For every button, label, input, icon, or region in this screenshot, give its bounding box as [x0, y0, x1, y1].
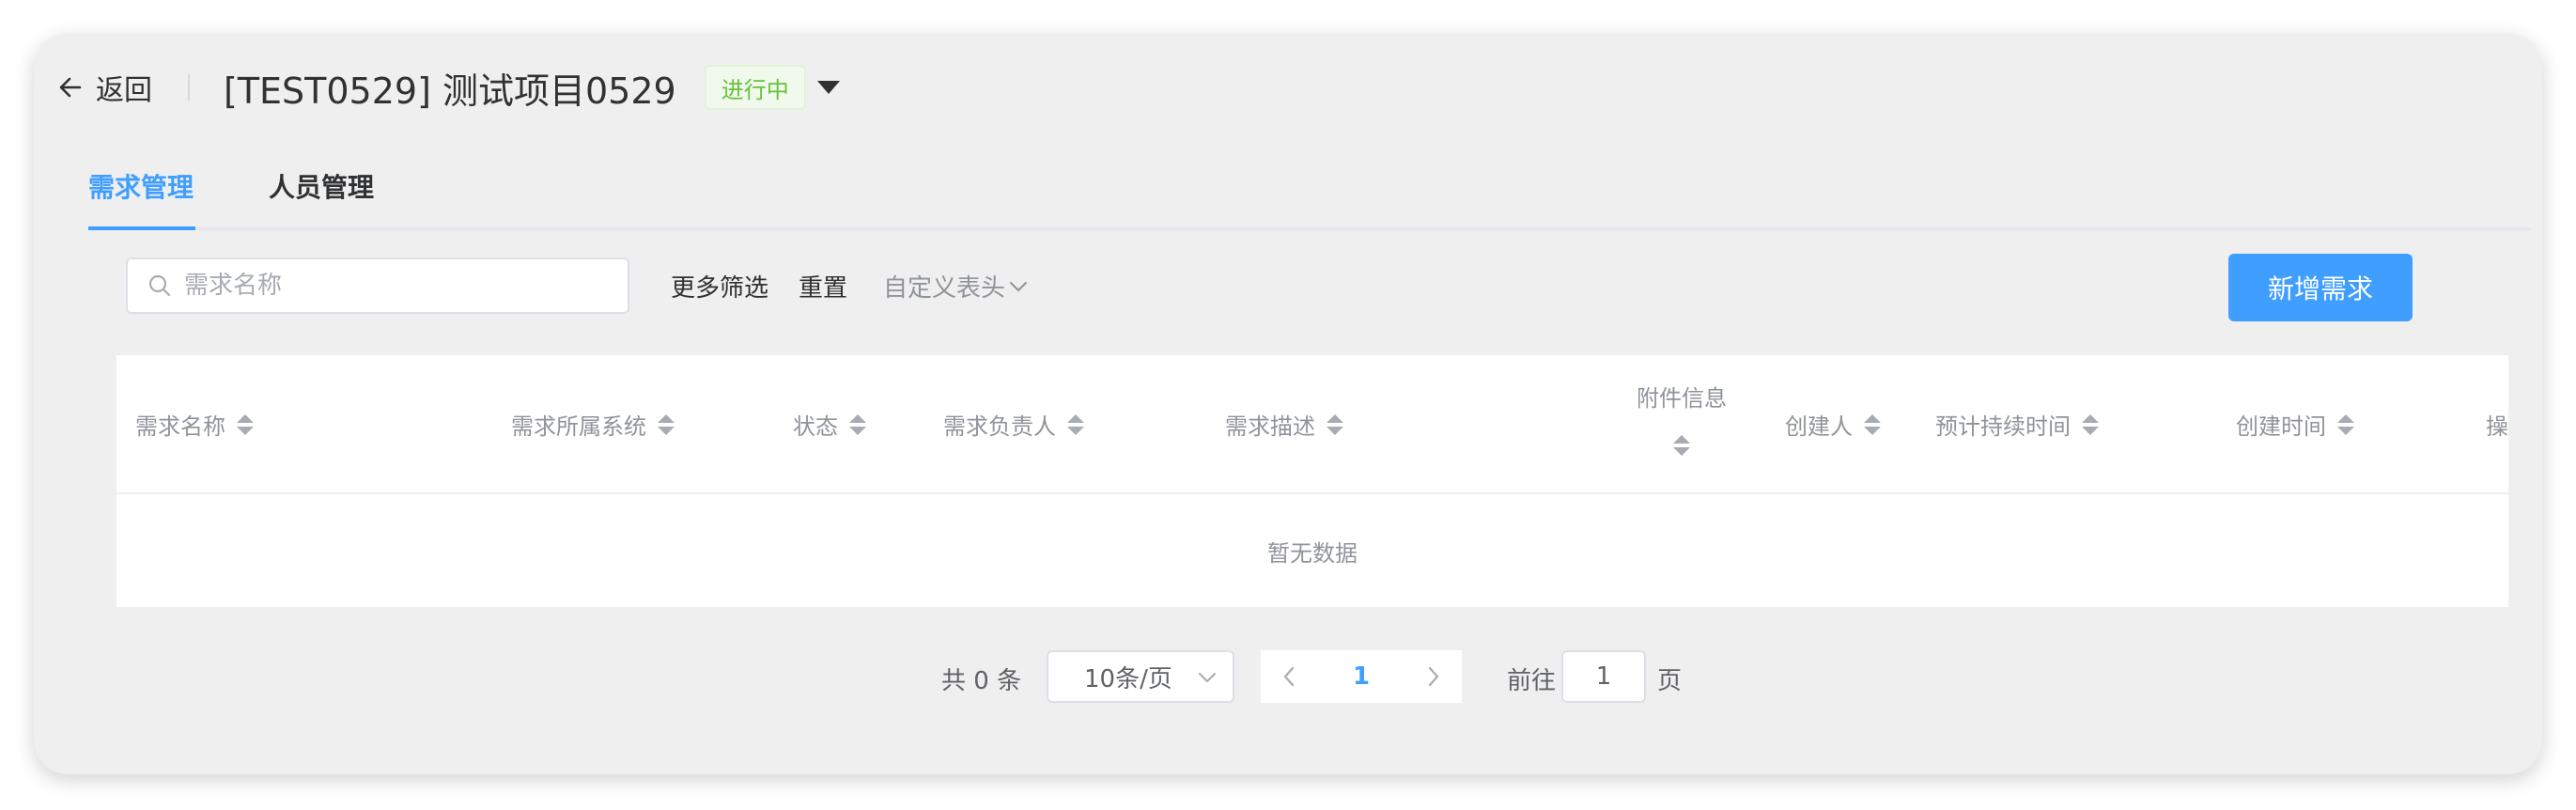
status-badge: 进行中: [704, 65, 806, 110]
column-header[interactable]: 需求所属系统: [511, 408, 675, 441]
header-divider: [188, 74, 190, 101]
sort-icon[interactable]: [1327, 413, 1343, 435]
page-title: [TEST0529] 测试项目0529: [224, 70, 676, 112]
add-requirement-button[interactable]: 新增需求: [2228, 254, 2413, 321]
search-icon: [143, 269, 177, 303]
next-page-button[interactable]: [1405, 650, 1462, 703]
project-detail-card: 返回 [TEST0529] 测试项目0529 进行中 需求管理 人员管理 更多筛: [34, 34, 2542, 774]
column-header[interactable]: 需求名称: [135, 408, 254, 441]
sort-icon[interactable]: [658, 413, 675, 435]
column-label: 预计持续时间: [1935, 413, 2071, 440]
search-input[interactable]: [182, 271, 609, 301]
column-label: 附件信息: [1637, 385, 1727, 412]
goto-page-input[interactable]: [1561, 650, 1646, 703]
column-label: 需求名称: [135, 413, 225, 440]
sort-icon[interactable]: [1635, 435, 1729, 456]
arrow-left-icon: [54, 71, 86, 103]
column-header[interactable]: 创建人: [1785, 408, 1881, 441]
sort-icon[interactable]: [1067, 413, 1084, 435]
sort-icon[interactable]: [1864, 413, 1881, 435]
search-box: [126, 257, 629, 314]
column-header[interactable]: 需求描述: [1225, 408, 1343, 441]
pagination: 共 0 条 10条/页 1 前往 1 页: [34, 650, 2542, 703]
column-label: 创建人: [1785, 413, 1853, 440]
page-size-value: 10条/页: [1084, 664, 1172, 693]
tab-requirements[interactable]: 需求管理: [88, 167, 194, 205]
more-filters-button[interactable]: 更多筛选: [671, 269, 768, 304]
column-label: 需求所属系统: [511, 413, 646, 440]
chevron-down-icon: [1195, 665, 1219, 690]
pager: 1: [1261, 650, 1462, 703]
chevron-down-icon: [1009, 280, 1028, 293]
page-number[interactable]: 1: [1317, 662, 1405, 691]
page-suffix: 页: [1657, 667, 1683, 695]
tab-members[interactable]: 人员管理: [269, 167, 374, 205]
sort-icon[interactable]: [849, 413, 866, 435]
column-header: 操: [2486, 408, 2508, 441]
total-count: 共 0 条: [941, 667, 1022, 695]
table-header: 需求名称 需求所属系统 状态 需求负责人 需求描述 附件信息 创建人 预计持续时…: [116, 355, 2508, 494]
column-label: 需求描述: [1225, 413, 1315, 440]
custom-header-button[interactable]: 自定义表头: [883, 269, 1028, 304]
column-label: 需求负责人: [943, 413, 1056, 440]
prev-page-button[interactable]: [1261, 650, 1317, 703]
column-label: 操: [2486, 413, 2508, 440]
tab-label: 人员管理: [269, 172, 375, 203]
column-header[interactable]: 附件信息: [1635, 380, 1729, 456]
tab-bar: 需求管理 人员管理: [88, 135, 2531, 230]
chevron-right-icon: [1427, 666, 1440, 687]
empty-state: 暂无数据: [1267, 539, 1358, 567]
page-header: 返回 [TEST0529] 测试项目0529 进行中: [54, 55, 846, 120]
back-button[interactable]: 返回: [54, 55, 152, 120]
goto-label: 前往: [1507, 667, 1557, 695]
column-label: 状态: [793, 413, 838, 440]
sort-icon[interactable]: [2082, 413, 2099, 435]
column-header[interactable]: 状态: [793, 408, 866, 441]
column-header[interactable]: 创建时间: [2236, 408, 2354, 441]
sort-icon[interactable]: [237, 413, 254, 435]
caret-down-icon[interactable]: [812, 70, 846, 104]
tab-label: 需求管理: [88, 172, 194, 203]
column-label: 创建时间: [2236, 413, 2326, 440]
requirements-table: 需求名称 需求所属系统 状态 需求负责人 需求描述 附件信息 创建人 预计持续时…: [116, 355, 2508, 607]
column-header[interactable]: 需求负责人: [943, 408, 1084, 441]
column-header[interactable]: 预计持续时间: [1935, 408, 2099, 441]
sort-icon[interactable]: [2337, 413, 2354, 435]
back-label: 返回: [96, 74, 152, 107]
chevron-left-icon: [1282, 666, 1296, 687]
reset-button[interactable]: 重置: [799, 269, 847, 304]
active-tab-indicator: [88, 226, 195, 230]
custom-header-label: 自定义表头: [883, 274, 1006, 303]
page-size-select[interactable]: 10条/页: [1047, 650, 1234, 703]
